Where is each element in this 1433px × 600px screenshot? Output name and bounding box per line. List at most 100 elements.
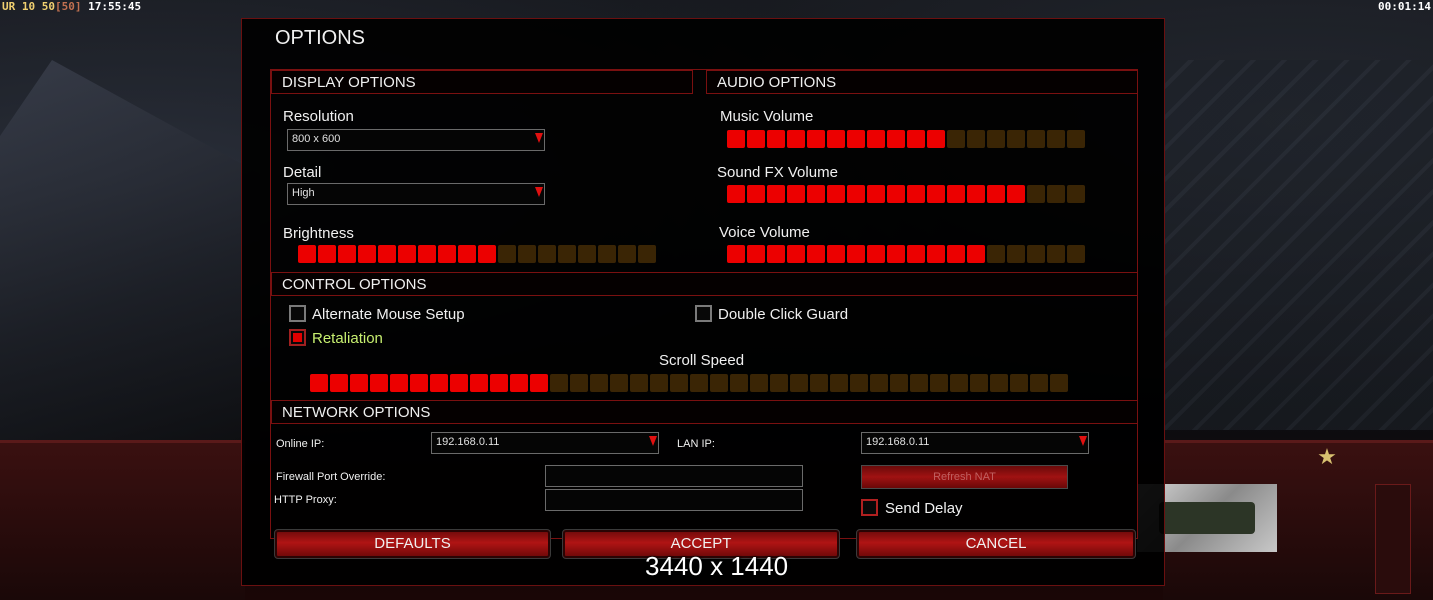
online-ip-dropdown[interactable]: 192.168.0.11 xyxy=(431,432,659,454)
detail-value: High xyxy=(292,187,315,199)
level-segment-empty xyxy=(1027,185,1045,203)
level-segment-empty xyxy=(967,130,985,148)
level-segment-filled xyxy=(398,245,416,263)
level-segment-filled xyxy=(430,374,448,392)
level-segment-empty xyxy=(1010,374,1028,392)
firewall-port-label: Firewall Port Override: xyxy=(276,471,386,483)
level-segment-filled xyxy=(727,185,745,203)
display-options-heading: DISPLAY OPTIONS xyxy=(271,70,693,94)
level-segment-empty xyxy=(750,374,768,392)
level-segment-filled xyxy=(867,130,885,148)
resolution-dropdown[interactable]: 800 x 600 xyxy=(287,129,545,151)
level-segment-filled xyxy=(847,245,865,263)
level-segment-empty xyxy=(650,374,668,392)
level-segment-empty xyxy=(1050,374,1068,392)
level-segment-filled xyxy=(390,374,408,392)
double-click-guard-checkbox[interactable] xyxy=(695,305,712,322)
level-segment-empty xyxy=(1067,130,1085,148)
level-segment-empty xyxy=(518,245,536,263)
level-segment-filled xyxy=(767,245,785,263)
level-segment-empty xyxy=(850,374,868,392)
level-segment-filled xyxy=(887,130,905,148)
level-segment-empty xyxy=(590,374,608,392)
level-segment-filled xyxy=(787,130,805,148)
level-segment-filled xyxy=(947,185,965,203)
level-segment-filled xyxy=(887,185,905,203)
level-segment-empty xyxy=(610,374,628,392)
level-segment-filled xyxy=(330,374,348,392)
defaults-button[interactable]: DEFAULTS xyxy=(274,529,551,559)
online-ip-label: Online IP: xyxy=(276,438,325,450)
http-proxy-label: HTTP Proxy: xyxy=(274,494,337,506)
detail-dropdown[interactable]: High xyxy=(287,183,545,205)
hud-stat-d: [50] xyxy=(55,0,82,13)
music-volume-slider[interactable] xyxy=(727,130,1085,148)
level-segment-filled xyxy=(298,245,316,263)
level-segment-filled xyxy=(967,245,985,263)
level-segment-empty xyxy=(1030,374,1048,392)
http-proxy-input[interactable] xyxy=(545,489,803,511)
level-segment-empty xyxy=(987,130,1005,148)
lan-ip-label: LAN IP: xyxy=(677,438,715,450)
voice-volume-slider[interactable] xyxy=(727,245,1085,263)
hud-game-timer: 00:01:14 xyxy=(1378,0,1431,13)
dropdown-arrow-icon xyxy=(649,436,657,446)
level-segment-empty xyxy=(790,374,808,392)
level-segment-filled xyxy=(490,374,508,392)
level-segment-empty xyxy=(538,245,556,263)
level-segment-empty xyxy=(578,245,596,263)
level-segment-filled xyxy=(827,130,845,148)
level-segment-filled xyxy=(807,130,825,148)
options-dialog: OPTIONS DISPLAY OPTIONS Resolution 800 x… xyxy=(241,18,1165,586)
level-segment-empty xyxy=(710,374,728,392)
sound-fx-volume-slider[interactable] xyxy=(727,185,1085,203)
level-segment-filled xyxy=(418,245,436,263)
level-segment-empty xyxy=(910,374,928,392)
level-segment-empty xyxy=(550,374,568,392)
firewall-port-input[interactable] xyxy=(545,465,803,487)
level-segment-empty xyxy=(570,374,588,392)
lan-ip-dropdown[interactable]: 192.168.0.11 xyxy=(861,432,1089,454)
send-delay-label: Send Delay xyxy=(885,500,963,517)
retaliation-checkbox[interactable] xyxy=(289,329,306,346)
level-segment-filled xyxy=(947,245,965,263)
level-segment-empty xyxy=(670,374,688,392)
hud-stat-c: 50 xyxy=(41,0,55,13)
level-segment-filled xyxy=(747,185,765,203)
refresh-nat-button[interactable]: Refresh NAT xyxy=(861,465,1068,489)
send-delay-checkbox[interactable] xyxy=(861,499,878,516)
level-segment-filled xyxy=(727,130,745,148)
level-segment-filled xyxy=(887,245,905,263)
level-segment-filled xyxy=(907,185,925,203)
level-segment-empty xyxy=(498,245,516,263)
scroll-speed-slider[interactable] xyxy=(310,374,1068,392)
brightness-slider[interactable] xyxy=(298,245,656,263)
hud-stat-b: 10 xyxy=(21,0,36,13)
level-segment-empty xyxy=(630,374,648,392)
level-segment-filled xyxy=(438,245,456,263)
level-segment-filled xyxy=(907,245,925,263)
level-segment-empty xyxy=(1047,185,1065,203)
double-click-guard-label: Double Click Guard xyxy=(718,306,849,323)
resolution-overlay-text: 3440 x 1440 xyxy=(645,551,789,581)
level-segment-filled xyxy=(450,374,468,392)
network-options-heading: NETWORK OPTIONS xyxy=(271,400,1138,424)
sound-fx-volume-label: Sound FX Volume xyxy=(717,164,838,181)
background-terrain xyxy=(0,60,260,440)
cancel-button[interactable]: CANCEL xyxy=(856,529,1136,559)
level-segment-filled xyxy=(318,245,336,263)
online-ip-value: 192.168.0.11 xyxy=(436,436,500,448)
resolution-label: Resolution xyxy=(283,108,354,125)
level-segment-empty xyxy=(1067,245,1085,263)
alternate-mouse-checkbox[interactable] xyxy=(289,305,306,322)
level-segment-empty xyxy=(618,245,636,263)
hud-left-panel xyxy=(0,440,245,600)
level-segment-filled xyxy=(747,130,765,148)
level-segment-empty xyxy=(638,245,656,263)
hud-stats: UR 10 50[50] 17:55:45 xyxy=(2,0,141,14)
level-segment-filled xyxy=(827,185,845,203)
level-segment-filled xyxy=(530,374,548,392)
dropdown-arrow-icon xyxy=(1079,436,1087,446)
level-segment-empty xyxy=(1047,130,1065,148)
level-segment-filled xyxy=(987,185,1005,203)
